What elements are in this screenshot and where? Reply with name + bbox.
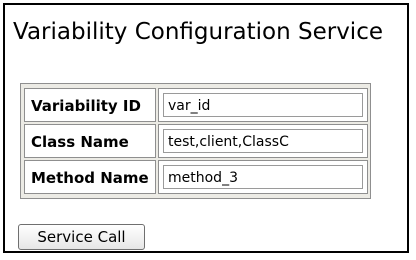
method-name-label: Method Name	[31, 169, 149, 187]
service-panel: Variability Configuration Service Variab…	[3, 3, 409, 253]
page-title: Variability Configuration Service	[13, 19, 383, 45]
variability-id-label: Variability ID	[31, 97, 141, 115]
class-name-value-cell	[158, 124, 368, 158]
class-name-label: Class Name	[31, 133, 129, 151]
configuration-form: Variability ID Class Name Method Name	[20, 83, 371, 199]
service-call-button[interactable]: Service Call	[18, 224, 145, 250]
method-name-label-cell: Method Name	[24, 160, 156, 194]
variability-id-label-cell: Variability ID	[24, 88, 156, 122]
variability-id-input[interactable]	[163, 93, 363, 117]
method-name-value-cell	[158, 160, 368, 194]
variability-id-value-cell	[158, 88, 368, 122]
class-name-label-cell: Class Name	[24, 124, 156, 158]
class-name-input[interactable]	[163, 129, 363, 153]
method-name-input[interactable]	[163, 165, 363, 189]
